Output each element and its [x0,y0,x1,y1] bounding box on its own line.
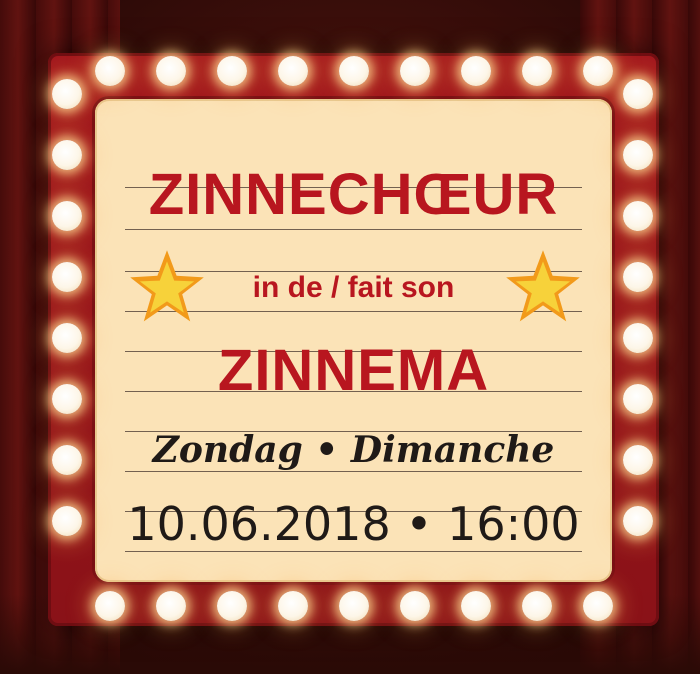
marquee-bulb [339,56,369,86]
marquee-bulb [52,201,82,231]
marquee-bulb [623,262,653,292]
marquee-sign: ZINNECHŒUR in de / fait son ZINNEMA Zond… [95,99,612,582]
marquee-bulb [400,591,430,621]
marquee-bulb [156,56,186,86]
marquee-bulb [95,591,125,621]
marquee-bulb [278,591,308,621]
marquee-bulb [95,56,125,86]
poster-datetime: 10.06.2018 • 16:00 [127,497,580,551]
poster-title: ZINNECHŒUR [148,162,559,227]
sign-line [125,471,582,472]
marquee-bulb [217,56,247,86]
marquee-bulb [583,56,613,86]
marquee-bulb [278,56,308,86]
marquee-bulb [52,445,82,475]
marquee-bulb [522,56,552,86]
marquee-bulb [52,262,82,292]
marquee-bulb [522,591,552,621]
marquee-bulb [156,591,186,621]
sign-line [125,229,582,230]
sign-line [125,551,582,552]
marquee-bulb [461,591,491,621]
marquee-bulb [623,201,653,231]
marquee-bulb [52,79,82,109]
marquee-bulb [400,56,430,86]
poster-day: Zondag • Dimanche [152,429,555,471]
marquee-bulb [52,384,82,414]
marquee-bulb [583,591,613,621]
marquee-bulb [623,384,653,414]
marquee-bulb [623,506,653,536]
marquee-bulb [217,591,247,621]
marquee-bulb [623,445,653,475]
marquee-bulb [623,79,653,109]
marquee-bulb [339,591,369,621]
marquee-bulb [52,323,82,353]
star-icon-right [506,250,580,322]
poster-venue: ZINNEMA [217,338,490,403]
marquee-bulb [623,323,653,353]
marquee-bulb [461,56,491,86]
star-icon-left [130,250,204,322]
marquee-bulb [52,140,82,170]
marquee-bulb [52,506,82,536]
marquee-bulb [623,140,653,170]
